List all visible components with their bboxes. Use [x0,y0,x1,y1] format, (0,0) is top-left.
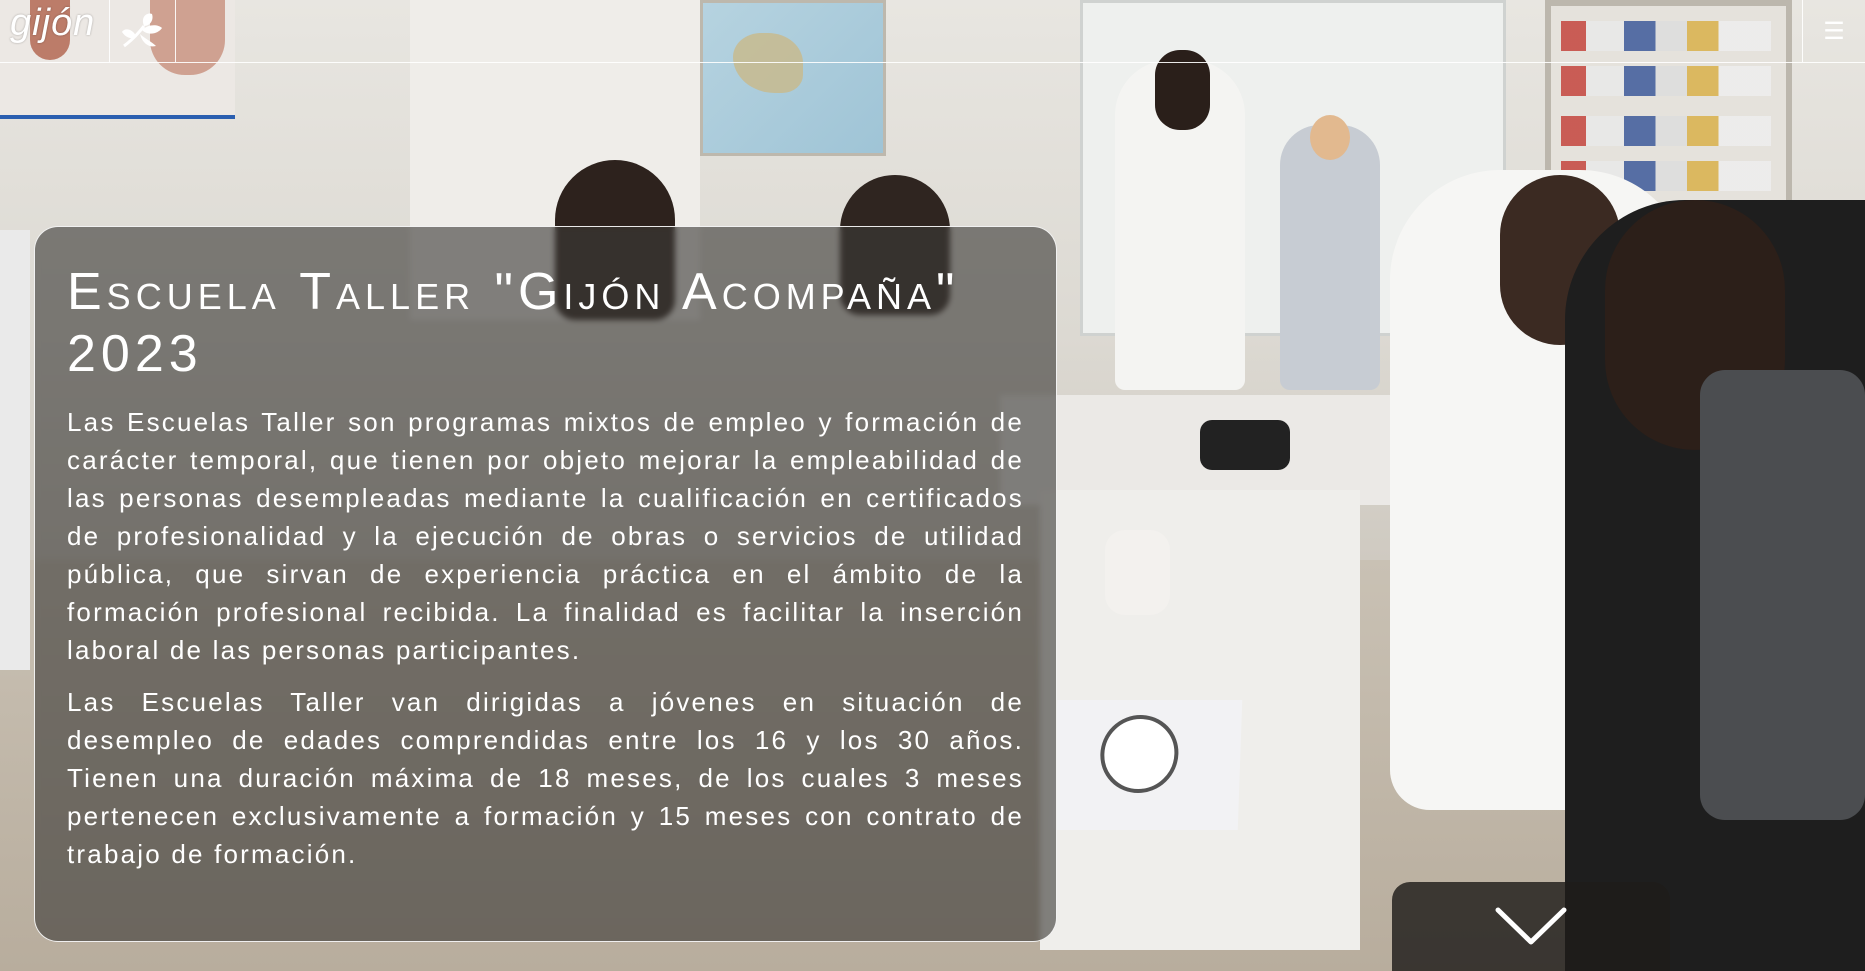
scroll-down-button[interactable] [1392,882,1670,971]
site-header: gijón ☰ [0,0,1865,63]
header-divider [109,0,110,62]
audience-paragraph: Las Escuelas Taller van dirigidas a jóve… [67,687,1024,869]
chevron-down-icon [1495,907,1567,944]
header-divider [175,0,176,62]
intro-paragraph: Las Escuelas Taller son programas mixtos… [67,407,1024,665]
hamburger-icon: ☰ [1823,17,1845,45]
hero-info-panel: Escuela Taller "Gijón Acompaña" 2023 Las… [34,226,1057,942]
menu-button[interactable]: ☰ [1802,0,1865,62]
leaf-logo-icon [122,13,162,48]
gijon-logo: gijón [10,2,96,44]
page-title: Escuela Taller "Gijón Acompaña" 2023 [67,263,960,383]
